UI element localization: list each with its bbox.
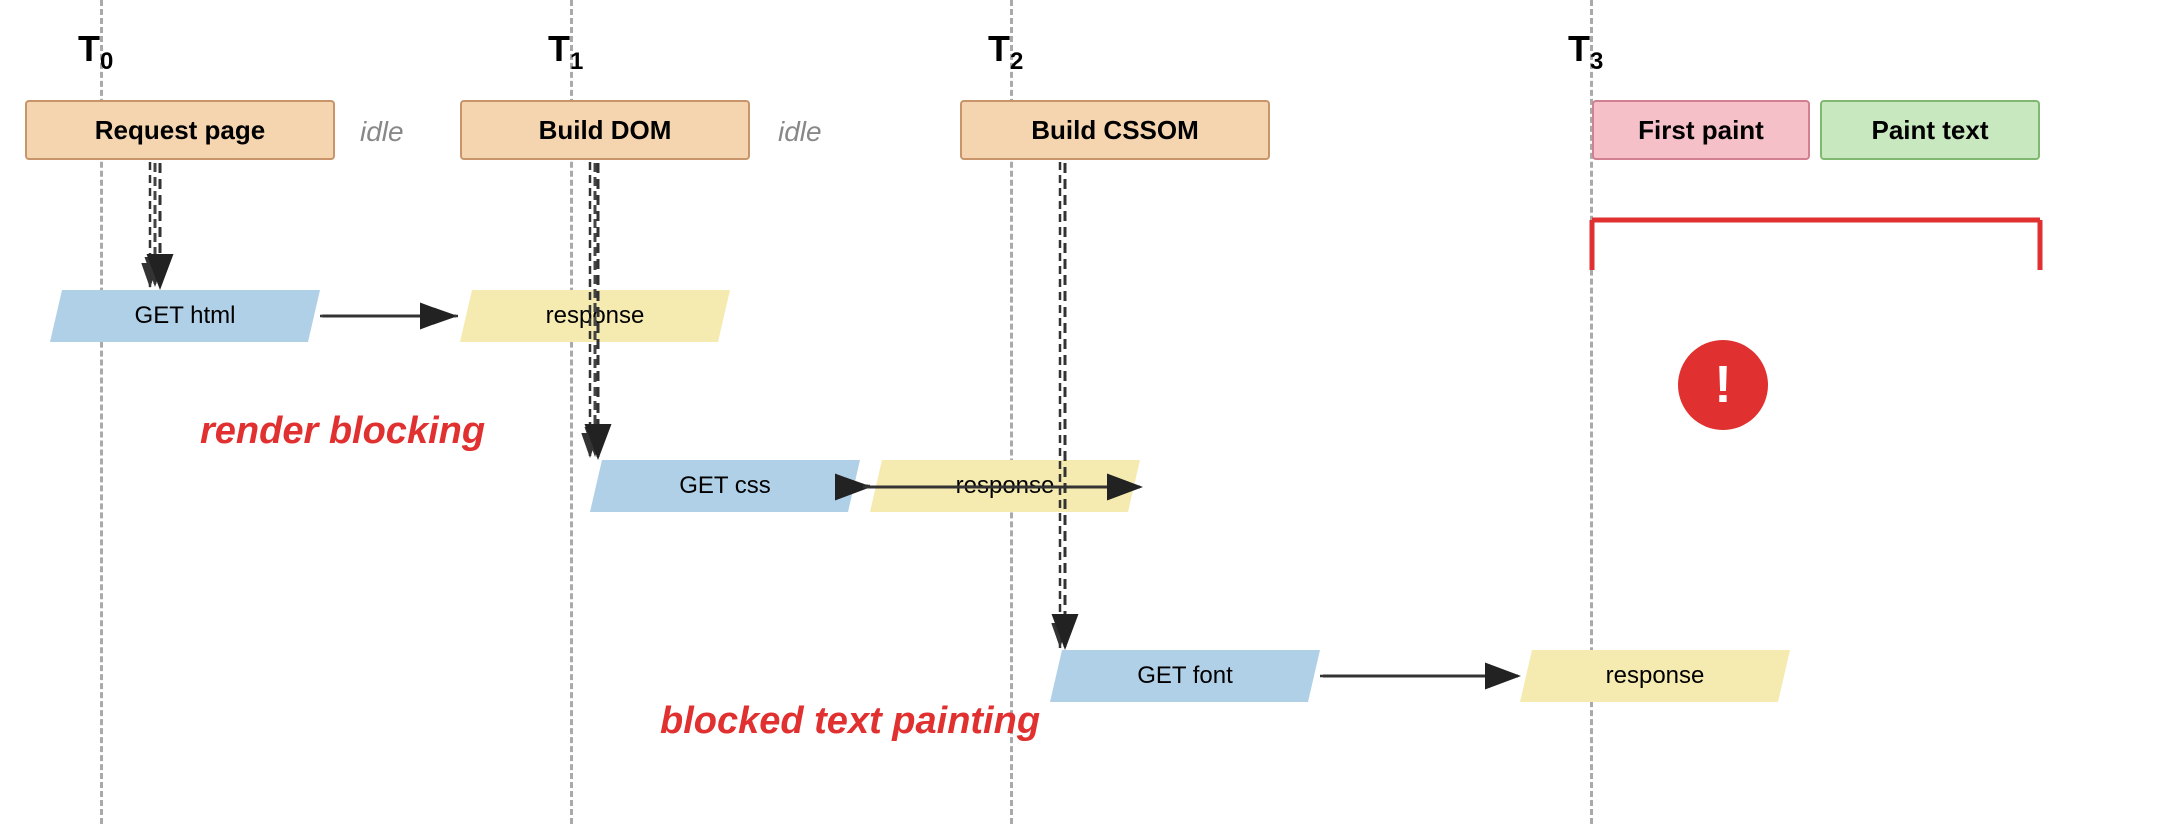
proc-first-paint: First paint: [1592, 100, 1810, 160]
idle-1: idle: [360, 116, 404, 148]
proc-build-dom: Build DOM: [460, 100, 750, 160]
t2-label: T2: [988, 28, 1023, 76]
net-get-font: GET font: [1050, 650, 1320, 702]
diagram: T0 T1 T2 T3 Request page idle Build DOM …: [0, 0, 2177, 824]
t0-label: T0: [78, 28, 113, 76]
net-get-html: GET html: [50, 290, 320, 342]
blocked-text-label: blocked text painting: [660, 700, 1040, 743]
error-icon: !: [1678, 340, 1768, 430]
render-blocking-label: render blocking: [200, 410, 485, 453]
proc-build-cssom: Build CSSOM: [960, 100, 1270, 160]
resp-css: response: [870, 460, 1140, 512]
t3-label: T3: [1568, 28, 1603, 76]
proc-paint-text: Paint text: [1820, 100, 2040, 160]
net-get-css: GET css: [590, 460, 860, 512]
proc-request-page: Request page: [25, 100, 335, 160]
resp-font: response: [1520, 650, 1790, 702]
t1-label: T1: [548, 28, 583, 76]
resp-html: response: [460, 290, 730, 342]
idle-2: idle: [778, 116, 822, 148]
